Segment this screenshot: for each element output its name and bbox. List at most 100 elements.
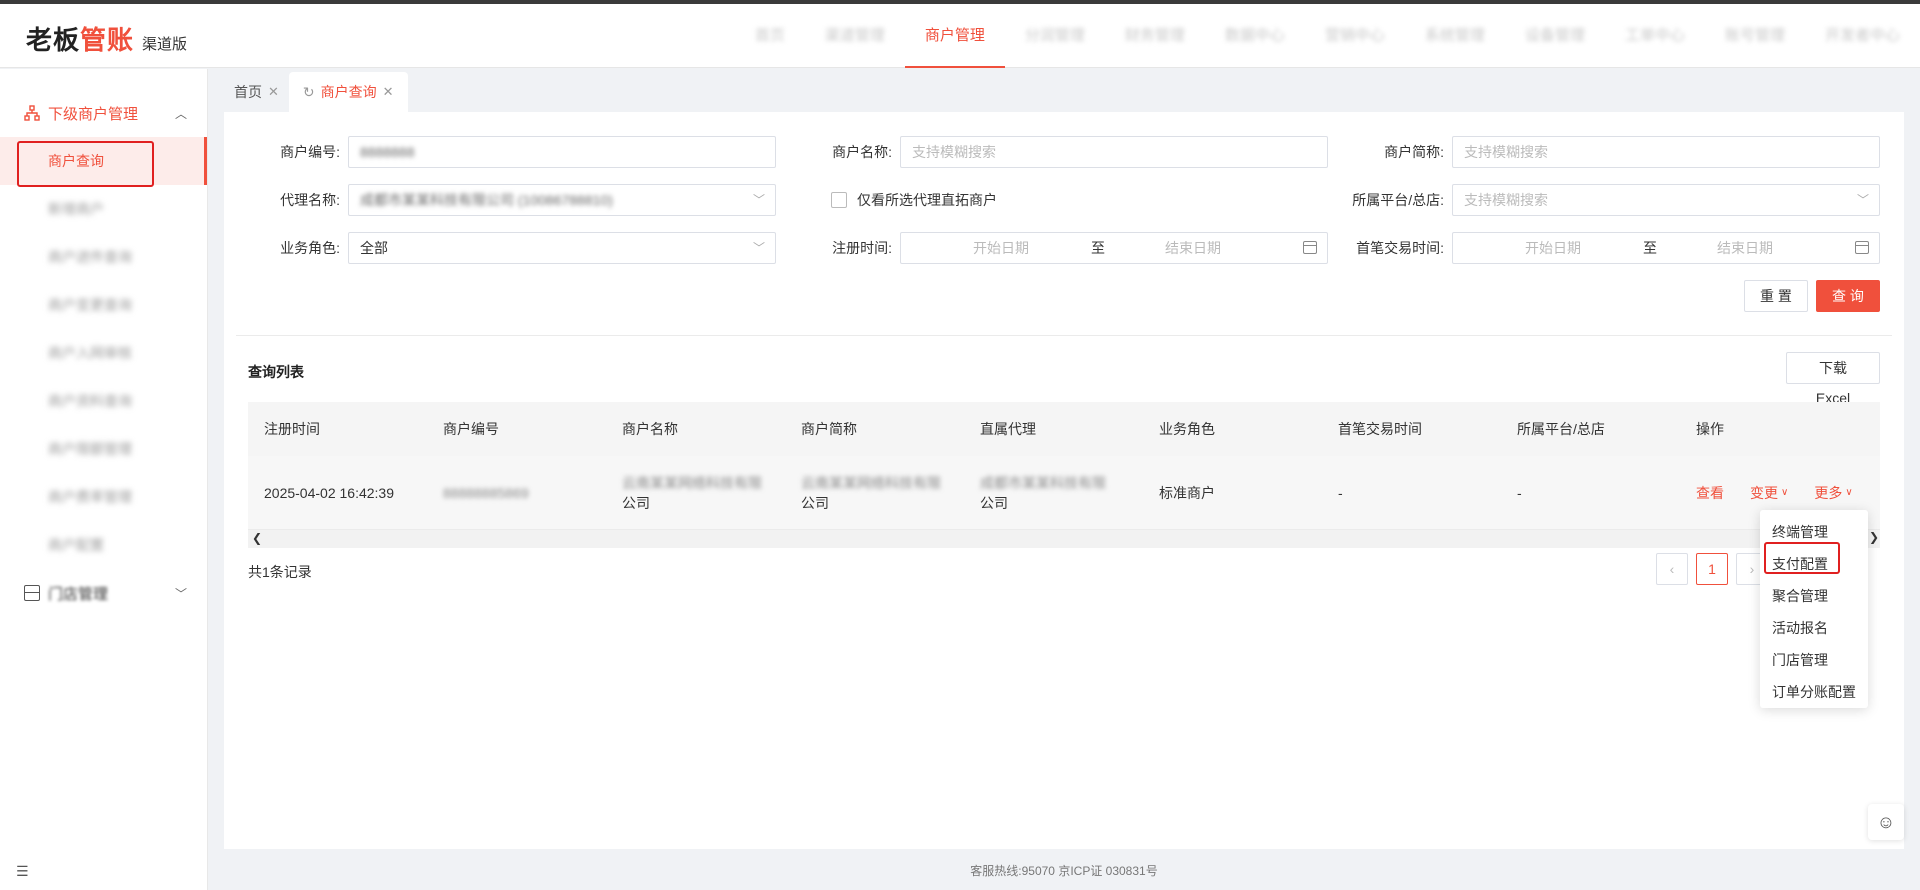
sidebar-item-6[interactable]: 商户限额管理: [0, 425, 207, 473]
nav-item-11[interactable]: 开发者中心: [1805, 4, 1920, 68]
sidebar-item-label: 商户变更查询: [48, 297, 132, 313]
cell-reg-time: 2025-04-02 16:42:39: [264, 484, 394, 501]
sidebar-item-0[interactable]: 商户查询: [0, 137, 207, 185]
column-header: 业务角色: [1159, 421, 1215, 437]
menu-item-1[interactable]: 支付配置: [1760, 548, 1868, 580]
start-date-placeholder: 开始日期: [973, 240, 1029, 256]
prev-page-button[interactable]: ‹: [1656, 553, 1688, 585]
close-icon[interactable]: ✕: [268, 72, 279, 112]
merchant-name-input[interactable]: 支持模糊搜索: [900, 136, 1328, 168]
page-1-button[interactable]: 1: [1696, 553, 1728, 585]
column-header: 直属代理: [980, 421, 1036, 437]
sidebar-item-2[interactable]: 商户进件查询: [0, 233, 207, 281]
sidebar-item-label: 商户费率管理: [48, 489, 132, 505]
download-excel-button[interactable]: 下载Excel: [1786, 352, 1880, 406]
end-date-placeholder: 结束日期: [1165, 240, 1221, 256]
nav-item-1[interactable]: 渠道管理: [805, 4, 905, 68]
scroll-right-icon[interactable]: ❯: [1869, 530, 1879, 544]
cell-platform: -: [1517, 484, 1522, 501]
merchant-name-label: 商户名称:: [832, 144, 892, 160]
nav-item-7[interactable]: 系统管理: [1405, 4, 1505, 68]
store-icon: [24, 585, 40, 601]
nav-item-3[interactable]: 分润管理: [1005, 4, 1105, 68]
horizontal-scrollbar[interactable]: ❮: [248, 530, 1880, 548]
tab-merchant-query[interactable]: ↻ 商户查询 ✕: [288, 72, 408, 112]
tab-home[interactable]: 首页 ✕: [224, 72, 289, 112]
cell-short-name: 云南某某网络科技有限 公司: [801, 474, 941, 511]
logo-accent: 管账: [80, 25, 135, 55]
sidebar-item-label: 商户资料查询: [48, 393, 132, 409]
menu-item-5[interactable]: 订单分账配置: [1760, 676, 1868, 708]
nav-item-9[interactable]: 工单中心: [1605, 4, 1705, 68]
merchant-no-input[interactable]: 8888888: [348, 136, 776, 168]
sidebar-group-store[interactable]: 门店管理 ﹀: [0, 569, 207, 617]
smile-icon[interactable]: ☺: [1868, 804, 1904, 840]
role-select[interactable]: 全部 ﹀: [348, 232, 776, 264]
top-header: 老板管账 渠道版 首页 渠道管理 商户管理 分润管理 财务管理 数据中心 营销中心 系统管理设…: [0, 4, 1920, 68]
sidebar-group-label: 下级商户管理: [48, 105, 139, 123]
sidebar-item-label: 新增商户: [48, 201, 104, 217]
merchant-short-input[interactable]: 支持模糊搜索: [1452, 136, 1880, 168]
main-content: 商户编号: 8888888 商户名称: 支持模糊搜索 商户简称: 支持模糊搜索 …: [224, 112, 1904, 849]
menu-item-0[interactable]: 终端管理: [1760, 516, 1868, 548]
change-link[interactable]: 变更 ∨: [1750, 483, 1788, 503]
logo[interactable]: 老板管账 渠道版: [26, 20, 187, 57]
query-button[interactable]: 查 询: [1816, 280, 1880, 312]
nav-item-8[interactable]: 设备管理: [1505, 4, 1605, 68]
more-dropdown-menu: 终端管理 支付配置 聚合管理 活动报名 门店管理 订单分账配置: [1760, 510, 1868, 708]
menu-item-3[interactable]: 活动报名: [1760, 612, 1868, 644]
agent-select[interactable]: 成都市某某科技有限公司 (10086788810) ﹀: [348, 184, 776, 216]
chevron-down-icon: ﹀: [752, 193, 765, 207]
sidebar-item-label: 商户查询: [48, 153, 104, 169]
only-direct-checkbox[interactable]: [831, 192, 847, 208]
only-direct-label: 仅看所选代理直拓商户: [857, 192, 997, 208]
nav-item-10[interactable]: 账号管理: [1705, 4, 1805, 68]
nav-item-6[interactable]: 营销中心: [1305, 4, 1405, 68]
chevron-down-icon: ∨: [1845, 487, 1853, 498]
column-header: 操作: [1696, 421, 1724, 437]
reg-time-range[interactable]: 开始日期 至 结束日期: [900, 232, 1328, 264]
date-separator: 至: [1643, 240, 1657, 256]
nav-item-5[interactable]: 数据中心: [1205, 4, 1305, 68]
sidebar-item-3[interactable]: 商户变更查询: [0, 281, 207, 329]
footer: 客服热线:95070 京ICP证 030831号: [970, 864, 1158, 878]
platform-select[interactable]: 支持模糊搜索 ﹀: [1452, 184, 1880, 216]
more-link[interactable]: 更多 ∨: [1814, 483, 1852, 503]
cell-role: 标准商户: [1159, 484, 1215, 501]
sidebar-item-1[interactable]: 新增商户: [0, 185, 207, 233]
column-header: 所属平台/总店: [1517, 421, 1605, 437]
chevron-up-icon: ︿: [174, 106, 187, 121]
menu-item-2[interactable]: 聚合管理: [1760, 580, 1868, 612]
tab-label: 首页: [234, 84, 262, 100]
sidebar-group-sub-merchant[interactable]: 下级商户管理 ︿: [0, 89, 207, 137]
sidebar-item-5[interactable]: 商户资料查询: [0, 377, 207, 425]
view-link[interactable]: 查看: [1696, 483, 1724, 503]
start-date-placeholder: 开始日期: [1525, 240, 1581, 256]
nav-item-0[interactable]: 首页: [735, 4, 805, 68]
org-tree-icon: [24, 105, 40, 121]
sidebar-item-label: 商户入网审核: [48, 345, 132, 361]
merchant-no-label: 商户编号:: [280, 144, 340, 160]
chevron-down-icon: ∨: [1781, 487, 1789, 498]
cell-first-trade: -: [1338, 484, 1343, 501]
reset-button[interactable]: 重 置: [1744, 280, 1808, 312]
close-icon[interactable]: ✕: [383, 72, 394, 112]
nav-item-4[interactable]: 财务管理: [1105, 4, 1205, 68]
scroll-left-icon[interactable]: ❮: [252, 531, 262, 545]
menu-item-4[interactable]: 门店管理: [1760, 644, 1868, 676]
sidebar-item-7[interactable]: 商户费率管理: [0, 473, 207, 521]
collapse-menu-icon[interactable]: ☰: [16, 863, 29, 880]
nav-item-2[interactable]: 商户管理: [904, 4, 1005, 68]
table-header-row: 注册时间 商户编号 商户名称 商户简称 直属代理 业务角色 首笔交易时间 所属平台/总店 操作: [248, 402, 1880, 456]
sidebar-item-8[interactable]: 商户配置: [0, 521, 207, 569]
refresh-icon[interactable]: ↻: [303, 72, 315, 112]
table-row: 2025-04-02 16:42:39 88888885869 云南某某网络科技…: [248, 456, 1880, 530]
sidebar-item-label: 商户限额管理: [48, 441, 132, 457]
first-trade-range[interactable]: 开始日期 至 结束日期: [1452, 232, 1880, 264]
logo-sub: 渠道版: [142, 36, 188, 53]
sidebar-item-4[interactable]: 商户入网审核: [0, 329, 207, 377]
calendar-icon: [1855, 241, 1869, 254]
calendar-icon: [1303, 241, 1317, 254]
platform-label: 所属平台/总店:: [1352, 192, 1444, 208]
date-separator: 至: [1091, 240, 1105, 256]
